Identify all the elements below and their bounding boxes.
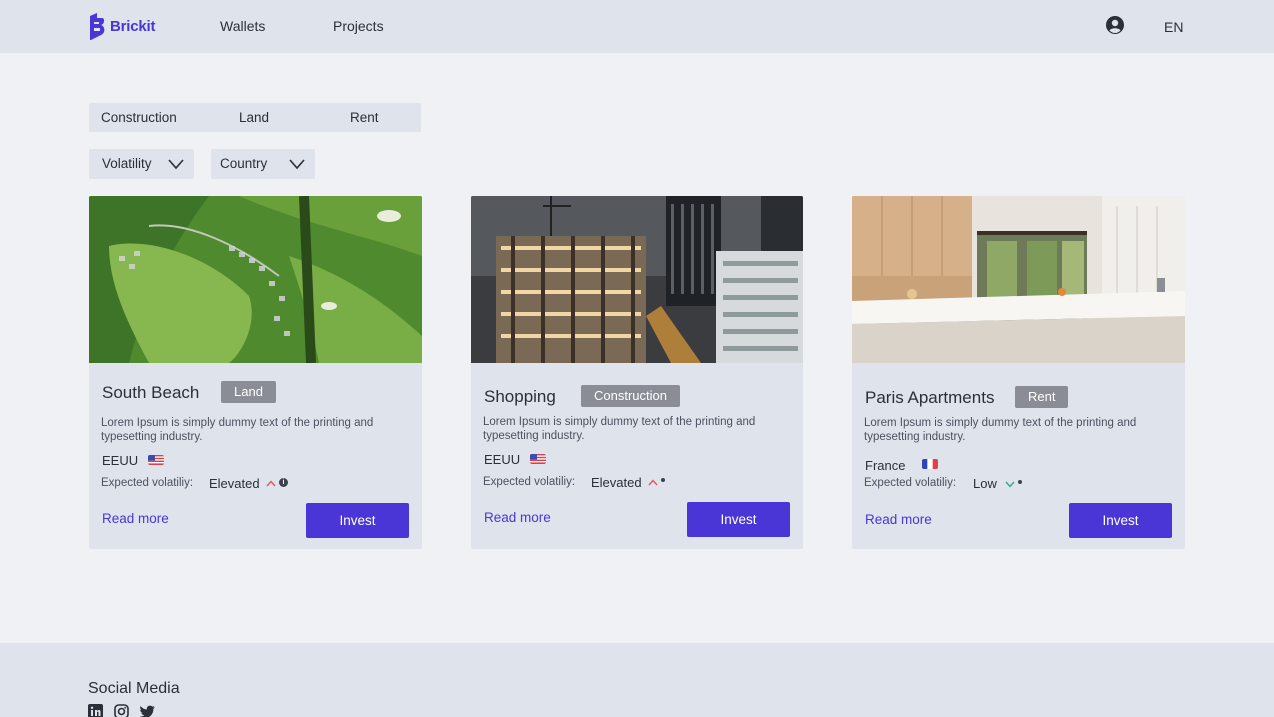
volatility-label: Expected volatiliy: bbox=[483, 476, 576, 488]
category-tag: Construction bbox=[581, 385, 680, 407]
project-image-golf-course bbox=[89, 196, 422, 363]
country-dropdown-label: Country bbox=[220, 156, 268, 171]
language-selector[interactable]: EN bbox=[1164, 19, 1183, 35]
footer-title: Social Media bbox=[88, 680, 180, 697]
invest-button[interactable]: Invest bbox=[1069, 503, 1172, 538]
card-description: Lorem Ipsum is simply dummy text of the … bbox=[483, 416, 756, 442]
user-account-icon[interactable] bbox=[1106, 16, 1124, 34]
card-title: Paris Apartments bbox=[865, 388, 995, 407]
category-tag: Land bbox=[221, 381, 276, 403]
volatility-label: Expected volatiliy: bbox=[101, 477, 194, 489]
tab-land[interactable]: Land bbox=[239, 110, 269, 125]
project-image-kitchen bbox=[852, 196, 1185, 363]
nav-wallets[interactable]: Wallets bbox=[220, 18, 265, 34]
project-card: South Beach Land Lorem Ipsum is simply d… bbox=[89, 196, 422, 549]
chevron-up-icon bbox=[648, 479, 658, 486]
twitter-icon[interactable] bbox=[140, 704, 155, 717]
category-tag: Rent bbox=[1015, 386, 1069, 408]
project-card: Paris Apartments Rent Lorem Ipsum is sim… bbox=[852, 196, 1185, 549]
read-more-link[interactable]: Read more bbox=[102, 511, 169, 526]
card-description: Lorem Ipsum is simply dummy text of the … bbox=[101, 417, 374, 443]
volatility-dropdown[interactable]: Volatility bbox=[89, 149, 194, 179]
project-image-construction-site bbox=[471, 196, 803, 363]
project-card: Shopping Construction Lorem Ipsum is sim… bbox=[471, 196, 803, 549]
volatility-value: Low bbox=[973, 476, 997, 491]
chevron-down-icon bbox=[289, 159, 305, 170]
us-flag-icon bbox=[530, 454, 546, 464]
card-country: EEUU bbox=[102, 453, 139, 468]
brickit-logo[interactable]: Brickit bbox=[88, 12, 155, 41]
top-navbar: Brickit Wallets Projects EN bbox=[0, 0, 1274, 53]
info-dot-icon[interactable] bbox=[1018, 480, 1022, 484]
volatility-value: Elevated bbox=[591, 475, 642, 490]
category-tabs: Construction Land Rent bbox=[89, 103, 421, 132]
logo-mark-icon bbox=[90, 13, 105, 40]
chevron-down-icon bbox=[168, 159, 184, 170]
volatility-label: Expected volatiliy: bbox=[864, 477, 957, 489]
linkedin-icon[interactable] bbox=[88, 704, 103, 717]
card-title: Shopping bbox=[484, 387, 556, 406]
nav-projects[interactable]: Projects bbox=[333, 18, 384, 34]
country-dropdown[interactable]: Country bbox=[211, 149, 315, 179]
info-dot-icon[interactable] bbox=[661, 478, 665, 482]
chevron-down-icon bbox=[1005, 481, 1015, 488]
card-country: France bbox=[865, 458, 906, 473]
invest-button[interactable]: Invest bbox=[306, 503, 409, 538]
tab-rent[interactable]: Rent bbox=[350, 110, 379, 125]
info-icon[interactable]: i bbox=[279, 478, 288, 487]
card-title: South Beach bbox=[102, 383, 200, 402]
footer: Social Media bbox=[0, 643, 1274, 717]
us-flag-icon bbox=[148, 455, 164, 465]
france-flag-icon bbox=[922, 459, 938, 469]
logo-text: Brickit bbox=[110, 18, 156, 35]
invest-button[interactable]: Invest bbox=[687, 502, 790, 537]
volatility-value: Elevated bbox=[209, 476, 260, 491]
volatility-dropdown-label: Volatility bbox=[102, 156, 152, 171]
card-description: Lorem Ipsum is simply dummy text of the … bbox=[864, 417, 1137, 443]
read-more-link[interactable]: Read more bbox=[484, 510, 551, 525]
chevron-up-icon bbox=[266, 480, 276, 487]
instagram-icon[interactable] bbox=[114, 704, 129, 717]
read-more-link[interactable]: Read more bbox=[865, 512, 932, 527]
tab-construction[interactable]: Construction bbox=[101, 110, 177, 125]
card-country: EEUU bbox=[484, 452, 521, 467]
